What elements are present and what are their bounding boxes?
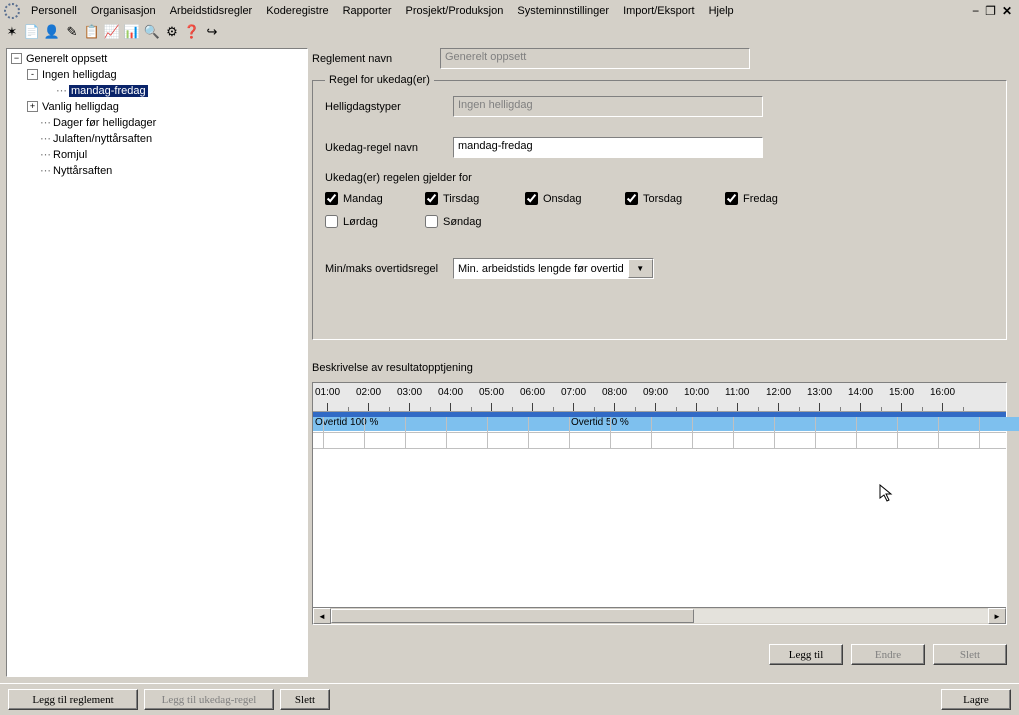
close-icon[interactable]: ✕	[999, 4, 1015, 18]
collapse-icon[interactable]: -	[27, 69, 38, 80]
helligdag-value: Ingen helligdag	[453, 96, 763, 117]
minmaks-label: Min/maks overtidsregel	[325, 263, 453, 275]
tb-icon-3[interactable]: ✎	[64, 24, 80, 40]
tb-icon-5[interactable]: 📈	[104, 24, 120, 40]
scroll-right-icon[interactable]: ►	[988, 608, 1006, 624]
restore-icon[interactable]: ❐	[982, 4, 999, 18]
day-checkbox-tirsdag[interactable]: Tirsdag	[425, 192, 525, 205]
scroll-thumb[interactable]	[331, 609, 694, 623]
form-panel: Reglement navn Generelt oppsett Regel fo…	[312, 48, 1013, 677]
menu-hjelp[interactable]: Hjelp	[702, 2, 741, 20]
slett-button[interactable]: Slett	[933, 644, 1007, 665]
menu-organisasjon[interactable]: Organisasjon	[84, 2, 163, 20]
tree-item[interactable]: ⋯Julaften/nyttårsaften	[27, 131, 305, 147]
menu-rapporter[interactable]: Rapporter	[336, 2, 399, 20]
toolbar: ✶ 📄 👤 ✎ 📋 📈 📊 🔍 ⚙ ❓ ↪	[0, 22, 1019, 44]
timeline-row-empty	[313, 433, 1006, 449]
menubar: Personell Organisasjon Arbeidstidsregler…	[0, 0, 1019, 22]
tb-icon-10[interactable]: ↪	[204, 24, 220, 40]
day-checkbox-søndag[interactable]: Søndag	[425, 215, 525, 228]
tb-icon-4[interactable]: 📋	[84, 24, 100, 40]
menu-arbeidstidsregler[interactable]: Arbeidstidsregler	[163, 2, 260, 20]
legg-til-ukedag-button[interactable]: Legg til ukedag-regel	[144, 689, 274, 710]
tree-item-selected[interactable]: ⋯mandag-fredag	[43, 83, 305, 99]
scroll-left-icon[interactable]: ◄	[313, 608, 331, 624]
tb-icon-8[interactable]: ⚙	[164, 24, 180, 40]
tree-item[interactable]: ⋯Romjul	[27, 147, 305, 163]
fieldset-legend: Regel for ukedag(er)	[325, 74, 434, 86]
timeline-row[interactable]: Overtid 100 %Overtid 50 %	[313, 417, 1006, 433]
ukedag-navn-input[interactable]: mandag-fredag	[453, 137, 763, 158]
menu-import-eksport[interactable]: Import/Eksport	[616, 2, 702, 20]
day-checkbox-lørdag[interactable]: Lørdag	[325, 215, 425, 228]
helligdag-label: Helligdagstyper	[325, 101, 453, 113]
timeline-header: 01:0002:0003:0004:0005:0006:0007:0008:00…	[313, 383, 1006, 412]
day-checkbox-onsdag[interactable]: Onsdag	[525, 192, 625, 205]
expand-icon[interactable]: +	[27, 101, 38, 112]
tb-icon-0[interactable]: ✶	[4, 24, 20, 40]
tree-item[interactable]: +Vanlig helligdag	[27, 99, 305, 115]
slett-bottom-button[interactable]: Slett	[280, 689, 330, 710]
bottom-bar: Legg til reglement Legg til ukedag-regel…	[0, 683, 1019, 715]
minmaks-combo[interactable]: Min. arbeidstids lengde før overtid ▼	[453, 258, 654, 279]
tree-root[interactable]: −Generelt oppsett -Ingen helligdag ⋯mand…	[11, 51, 305, 179]
menu-koderegistre[interactable]: Koderegistre	[259, 2, 335, 20]
legg-til-reglement-button[interactable]: Legg til reglement	[8, 689, 138, 710]
legg-til-button[interactable]: Legg til	[769, 644, 843, 665]
ukedag-gjelder-label: Ukedag(er) regelen gjelder for	[325, 172, 996, 184]
tb-icon-6[interactable]: 📊	[124, 24, 140, 40]
collapse-icon[interactable]: −	[11, 53, 22, 64]
regel-fieldset: Regel for ukedag(er) Helligdagstyper Ing…	[312, 74, 1007, 340]
day-checkbox-torsdag[interactable]: Torsdag	[625, 192, 725, 205]
chevron-down-icon[interactable]: ▼	[628, 259, 653, 278]
menu-prosjekt[interactable]: Prosjekt/Produksjon	[399, 2, 511, 20]
menu-systeminnstillinger[interactable]: Systeminnstillinger	[510, 2, 616, 20]
days-group: MandagTirsdagOnsdagTorsdagFredag LørdagSø…	[325, 192, 996, 228]
minimize-icon[interactable]: −	[969, 4, 982, 18]
beskrivelse-label: Beskrivelse av resultatopptjening	[312, 362, 473, 374]
day-checkbox-mandag[interactable]: Mandag	[325, 192, 425, 205]
tree-item[interactable]: -Ingen helligdag ⋯mandag-fredag	[27, 67, 305, 99]
lagre-button[interactable]: Lagre	[941, 689, 1011, 710]
day-checkbox-fredag[interactable]: Fredag	[725, 192, 825, 205]
app-icon	[4, 3, 20, 19]
h-scrollbar[interactable]: ◄ ►	[313, 607, 1006, 624]
tree-panel: −Generelt oppsett -Ingen helligdag ⋯mand…	[6, 48, 308, 677]
tb-icon-2[interactable]: 👤	[44, 24, 60, 40]
reglement-navn-label: Reglement navn	[312, 53, 440, 65]
reglement-navn-value: Generelt oppsett	[440, 48, 750, 69]
endre-button[interactable]: Endre	[851, 644, 925, 665]
tree-item[interactable]: ⋯Dager før helligdager	[27, 115, 305, 131]
tb-icon-9[interactable]: ❓	[184, 24, 200, 40]
menu-personell[interactable]: Personell	[24, 2, 84, 20]
tb-icon-7[interactable]: 🔍	[144, 24, 160, 40]
timeline: 01:0002:0003:0004:0005:0006:0007:0008:00…	[312, 382, 1007, 625]
tb-icon-1[interactable]: 📄	[24, 24, 40, 40]
tree-item[interactable]: ⋯Nyttårsaften	[27, 163, 305, 179]
ukedag-navn-label: Ukedag-regel navn	[325, 142, 453, 154]
